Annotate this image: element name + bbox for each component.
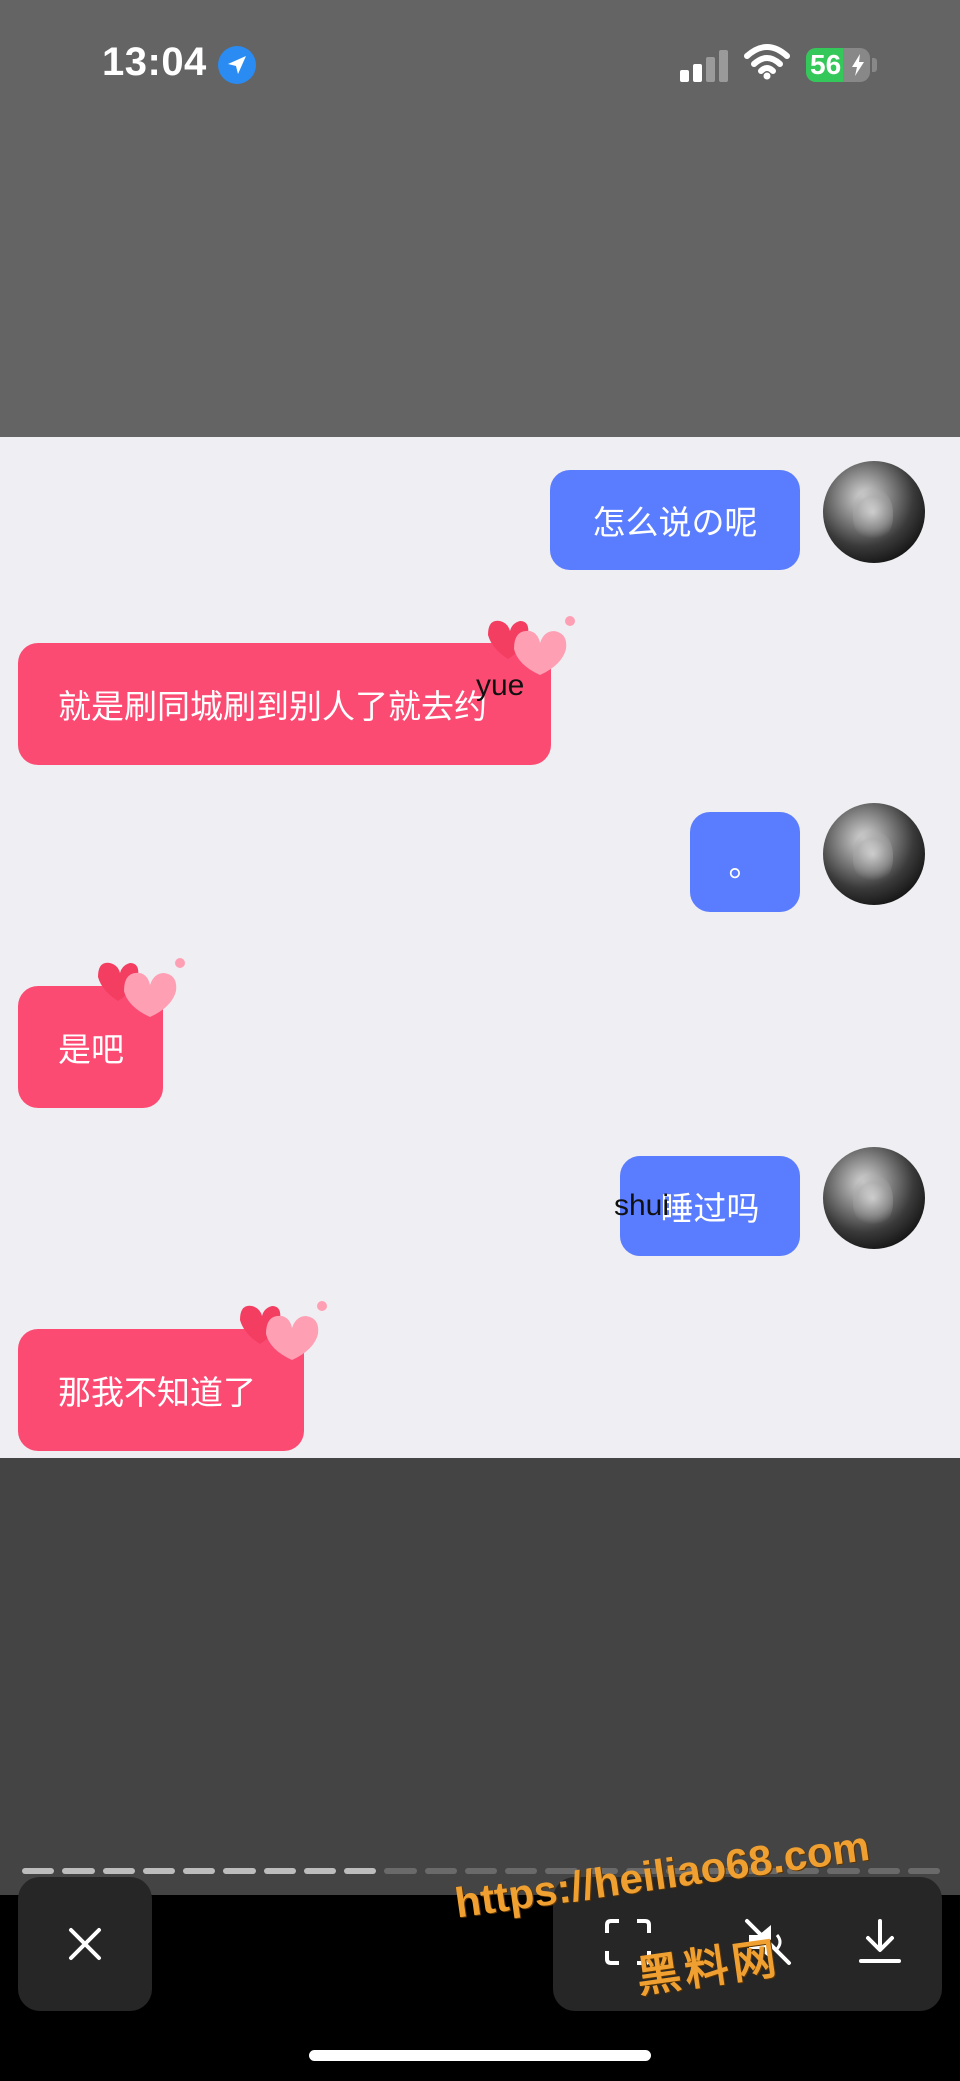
location-arrow-icon xyxy=(218,46,256,84)
message-text: 是吧 xyxy=(58,1031,124,1068)
wifi-icon xyxy=(744,44,790,80)
progress-segment xyxy=(62,1868,95,1874)
progress-segment xyxy=(22,1868,55,1874)
progress-segment xyxy=(142,1868,176,1874)
progress-segment xyxy=(303,1868,337,1874)
cellular-signal-icon xyxy=(680,48,730,82)
battery-cap xyxy=(872,58,877,72)
progress-segment xyxy=(263,1868,296,1874)
avatar xyxy=(823,461,925,563)
message-text: 。 xyxy=(728,846,762,883)
progress-segment xyxy=(102,1868,135,1874)
status-time: 13:04 xyxy=(102,40,207,84)
chat-image[interactable]: 怎么说の呢 就是刷同城刷到别人了就去约 yue 。 是吧 睡过吗 shui 那我… xyxy=(0,437,960,1458)
progress-segment xyxy=(907,1868,941,1874)
message-bubble-sent: 。 xyxy=(690,812,800,912)
progress-segment xyxy=(384,1868,417,1874)
status-bar: 13:04 56 xyxy=(0,0,960,130)
message-bubble-received: 就是刷同城刷到别人了就去约 xyxy=(18,643,551,765)
overlay-annotation: shui xyxy=(614,1189,670,1222)
progress-segment xyxy=(424,1868,457,1874)
progress-segment xyxy=(183,1868,216,1874)
message-bubble-sent: 怎么说の呢 xyxy=(550,470,800,570)
avatar xyxy=(823,803,925,905)
overlay-annotation: yue xyxy=(476,669,525,702)
message-text: 那我不知道了 xyxy=(58,1374,256,1411)
progress-segment xyxy=(464,1868,498,1874)
battery-icon: 56 xyxy=(806,48,870,82)
message-text: 怎么说の呢 xyxy=(592,504,758,541)
home-indicator[interactable] xyxy=(309,2050,651,2061)
progress-segment xyxy=(344,1868,377,1874)
progress-segment xyxy=(223,1868,256,1874)
close-icon xyxy=(69,1928,101,1960)
avatar xyxy=(823,1147,925,1249)
hearts-sticker-icon xyxy=(98,958,185,1017)
message-text: 睡过吗 xyxy=(660,1190,760,1227)
download-icon[interactable] xyxy=(855,1917,905,1967)
hearts-sticker-icon xyxy=(240,1301,327,1360)
battery-level: 56 xyxy=(810,49,842,80)
message-text: 就是刷同城刷到别人了就去约 xyxy=(58,688,487,725)
close-button[interactable] xyxy=(18,1877,152,2011)
